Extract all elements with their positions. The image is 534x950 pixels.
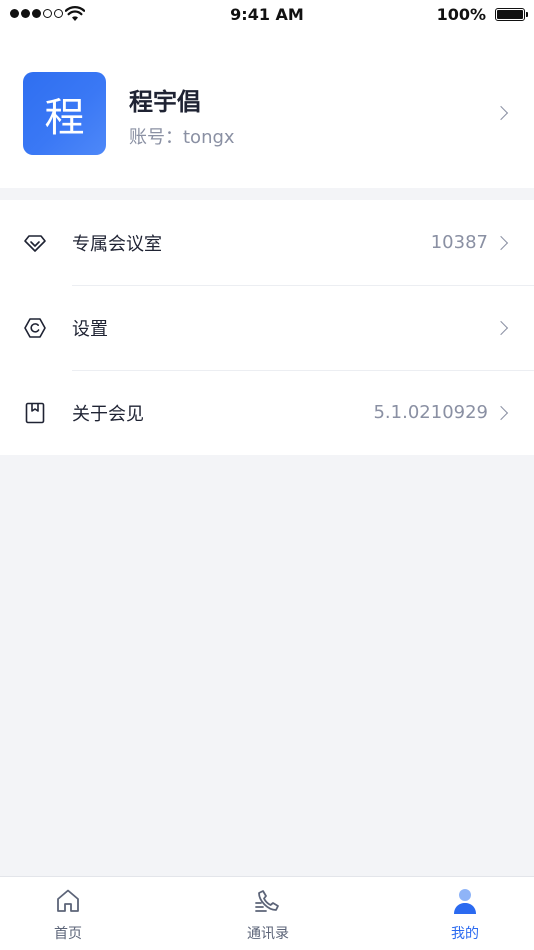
chevron-right-icon	[493, 320, 509, 336]
menu-list: 专属会议室 10387 设置 关于会见 5.1.0210929	[0, 200, 534, 455]
chevron-right-icon	[493, 105, 509, 121]
tab-home[interactable]: 首页	[8, 877, 128, 950]
menu-item-value: 10387	[430, 232, 488, 253]
menu-item-settings[interactable]: 设置	[0, 285, 534, 370]
profile-account: 账号：tongx	[129, 127, 235, 148]
diamond-icon	[24, 235, 46, 252]
tab-label: 通讯录	[247, 926, 289, 942]
menu-item-label: 设置	[72, 319, 108, 340]
avatar-initial: 程	[44, 94, 85, 141]
menu-item-label: 专属会议室	[72, 234, 162, 255]
status-bar: 9:41 AM 100%	[0, 0, 534, 30]
bookmark-icon	[25, 402, 45, 424]
user-icon	[454, 889, 476, 914]
menu-item-meeting-room[interactable]: 专属会议室 10387	[0, 200, 534, 285]
screen: 9:41 AM 100% 程 程宇倡 账号：tongx 专属会议室 10387	[0, 0, 534, 950]
tab-label: 我的	[451, 926, 479, 942]
menu-item-value: 5.1.0210929	[373, 402, 488, 423]
chevron-right-icon	[493, 235, 509, 251]
battery-percentage: 100%	[436, 5, 486, 24]
hexagon-settings-icon	[24, 318, 46, 338]
menu-item-label: 关于会见	[72, 404, 144, 425]
tab-bar: 首页 通讯录 我的	[0, 876, 534, 950]
battery-icon	[495, 8, 528, 21]
home-icon	[57, 889, 79, 912]
profile-name: 程宇倡	[129, 88, 201, 116]
tab-me[interactable]: 我的	[405, 877, 525, 950]
phone-icon	[255, 890, 279, 912]
avatar[interactable]: 程	[23, 72, 106, 155]
chevron-right-icon	[493, 405, 509, 421]
tab-label: 首页	[54, 926, 82, 942]
tab-contacts[interactable]: 通讯录	[208, 877, 328, 950]
menu-item-about[interactable]: 关于会见 5.1.0210929	[0, 370, 534, 455]
profile-card[interactable]: 程 程宇倡 账号：tongx	[0, 30, 534, 188]
